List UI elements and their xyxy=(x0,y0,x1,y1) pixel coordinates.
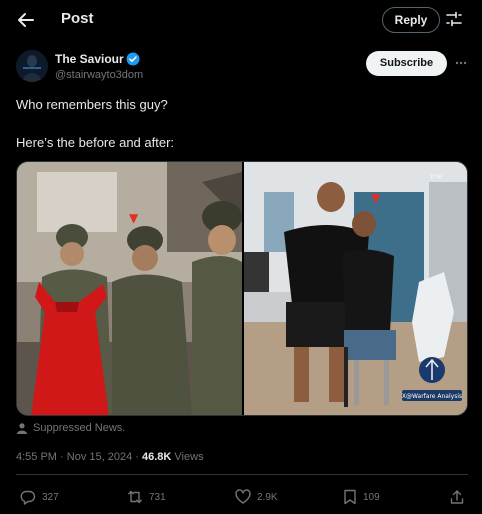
reply-button[interactable]: Reply xyxy=(382,7,440,33)
photo-before[interactable]: ▼ xyxy=(17,162,242,415)
share-icon xyxy=(450,490,464,504)
verified-badge-icon xyxy=(126,52,140,66)
person-icon xyxy=(17,423,27,434)
repost-count: 731 xyxy=(149,491,166,503)
views-count[interactable]: 46.8K xyxy=(142,451,171,463)
share-action[interactable] xyxy=(450,488,464,506)
tweet-meta: 4:55 PM · Nov 15, 2024 · 46.8K Views xyxy=(16,451,204,463)
repost-icon xyxy=(128,490,142,504)
bookmark-count: 109 xyxy=(363,491,380,503)
back-button[interactable] xyxy=(14,8,38,32)
watermark-triangle-right: ▼ xyxy=(371,191,381,205)
bookmark-icon xyxy=(344,489,356,505)
tweet-text-line-2: Here’s the before and after: xyxy=(16,135,175,150)
post-time[interactable]: 4:55 PM xyxy=(16,451,57,463)
media-container[interactable]: ▼ X@Warfare Analysis ערוץ ▼ xyxy=(16,161,468,416)
author-name[interactable]: The Saviour xyxy=(55,52,124,66)
like-count: 2.9K xyxy=(257,491,278,503)
subscribe-button[interactable]: Subscribe xyxy=(366,51,447,76)
back-arrow-icon xyxy=(18,13,34,27)
meta-separator-2: · xyxy=(135,451,139,463)
bookmark-action[interactable]: 109 xyxy=(343,488,380,506)
adjust-icon[interactable] xyxy=(445,10,463,28)
heart-icon xyxy=(235,489,251,504)
retweeted-by[interactable]: Suppressed News. xyxy=(16,420,125,436)
page-title: Post xyxy=(61,10,94,27)
meta-separator: · xyxy=(60,451,64,463)
post-date[interactable]: Nov 15, 2024 xyxy=(67,451,132,463)
reply-icon xyxy=(20,490,36,505)
top-bar: Post Reply xyxy=(0,0,482,40)
author-handle[interactable]: @stairwayto3dom xyxy=(55,69,143,81)
reply-count: 327 xyxy=(42,491,59,503)
watermark-triangle: ▼ xyxy=(129,211,139,225)
warfare-analysis-watermark: X@Warfare Analysis xyxy=(402,393,462,400)
more-options-icon[interactable] xyxy=(454,56,468,70)
channel-logo-text: ערוץ xyxy=(430,173,442,180)
tweet-text-line-1: Who remembers this guy? xyxy=(16,97,168,112)
avatar[interactable] xyxy=(16,50,48,82)
like-action[interactable]: 2.9K xyxy=(235,488,278,506)
divider xyxy=(16,474,468,475)
repost-action[interactable]: 731 xyxy=(127,488,166,506)
photo-after[interactable]: X@Warfare Analysis ערוץ ▼ xyxy=(244,162,467,415)
views-label: Views xyxy=(174,451,204,463)
reply-action[interactable]: 327 xyxy=(20,488,59,506)
attribution-label: Suppressed News. xyxy=(33,422,126,434)
